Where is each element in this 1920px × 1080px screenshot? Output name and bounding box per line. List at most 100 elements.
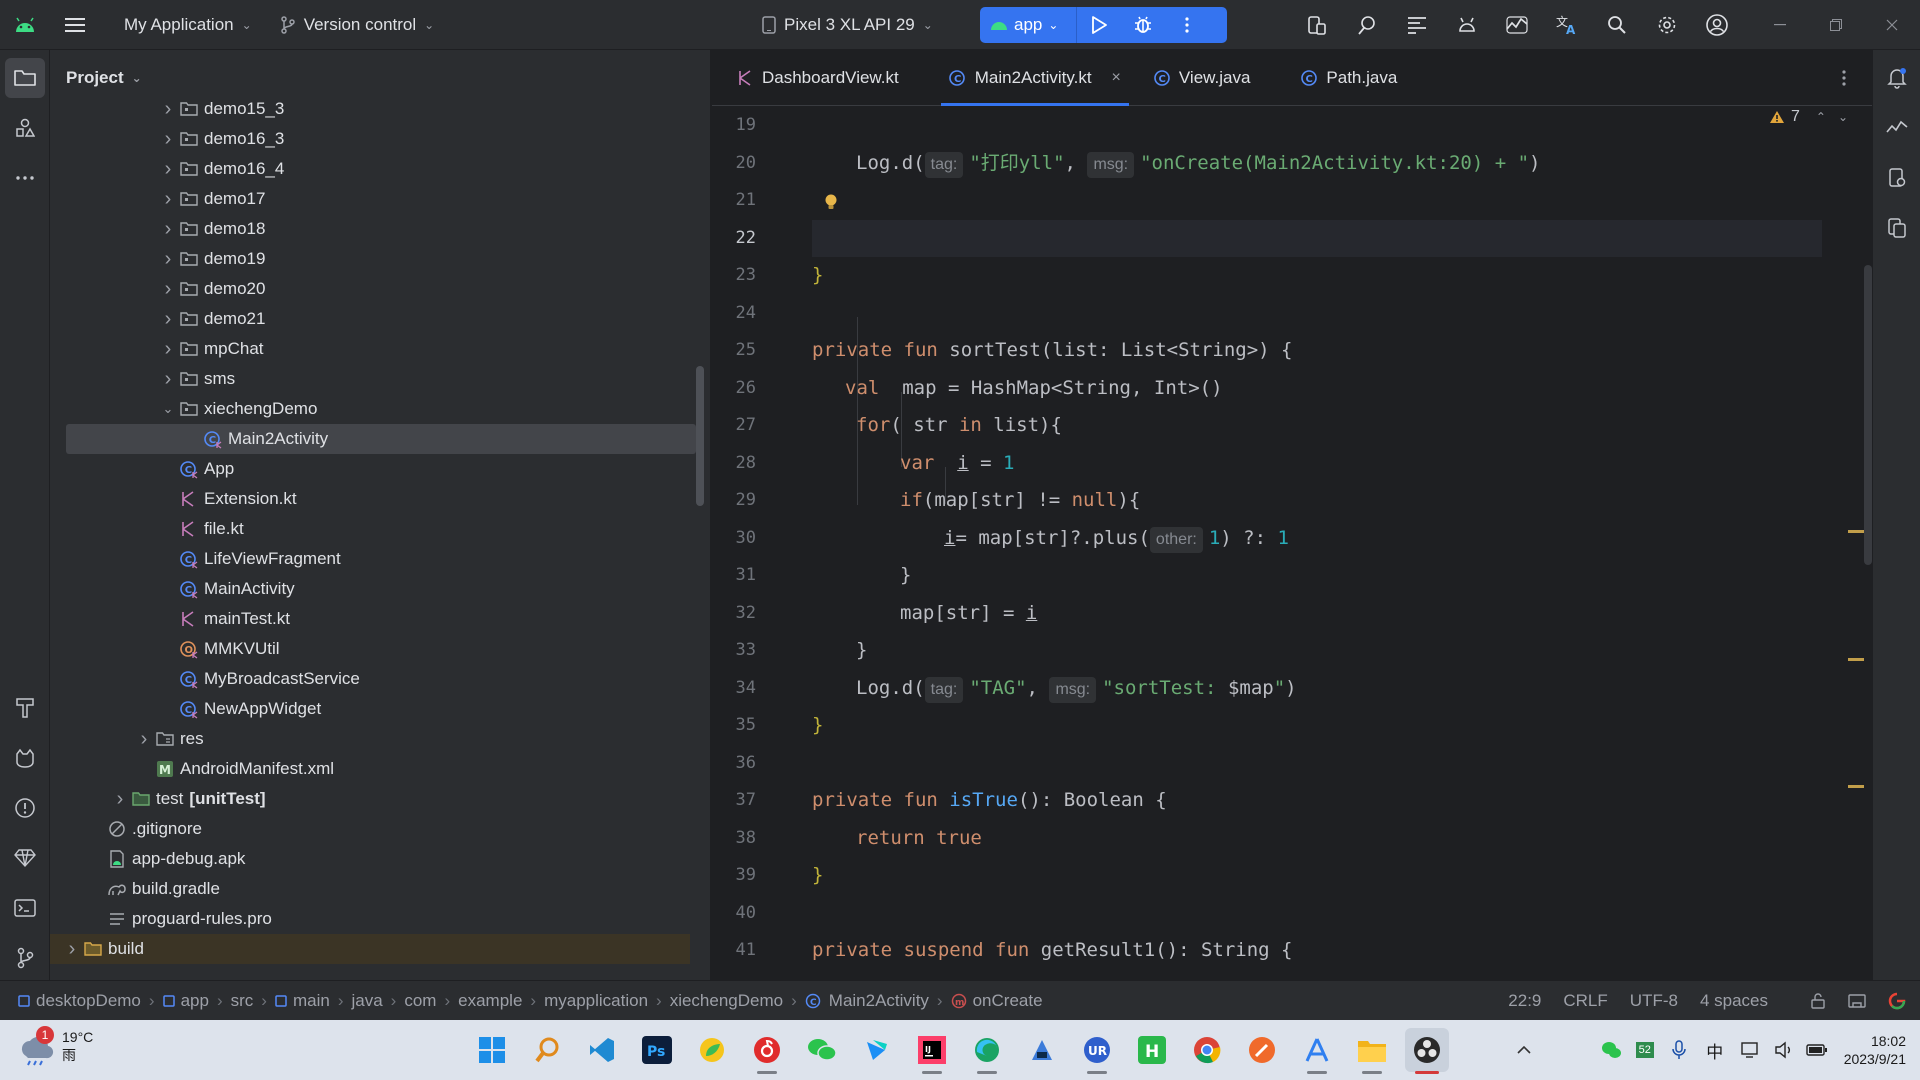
tree-item-res[interactable]: › res [50, 724, 690, 754]
tree-item-demo21[interactable]: › demo21 [50, 304, 690, 334]
tray-overflow-button[interactable] [1504, 1028, 1544, 1072]
breadcrumb-oncreate[interactable]: m onCreate [947, 991, 1047, 1011]
tab-main2activity[interactable]: C Main2Activity.kt × [933, 50, 1137, 106]
chevron-right-icon[interactable]: › [62, 938, 82, 961]
tree-item-demo18[interactable]: › demo18 [50, 214, 690, 244]
tree-item-demo17[interactable]: › demo17 [50, 184, 690, 214]
tree-item-gitignore[interactable]: .gitignore [50, 814, 690, 844]
tree-item-build-gradle[interactable]: build.gradle [50, 874, 690, 904]
taskbar-clock[interactable]: 18:02 2023/9/21 [1834, 1032, 1920, 1068]
device-selector[interactable]: Pixel 3 XL API 29 ⌄ [752, 7, 943, 43]
breadcrumb-app[interactable]: app [159, 991, 213, 1011]
line-number[interactable]: 32 [712, 595, 756, 633]
search-everywhere-button[interactable] [1592, 0, 1642, 50]
tab-dashboardview[interactable]: DashboardView.kt [722, 50, 915, 106]
ime-indicator[interactable]: 中 [1696, 1038, 1734, 1063]
build-tool-button[interactable] [5, 688, 45, 728]
line-number[interactable]: 27 [712, 407, 756, 445]
taskbar-search[interactable] [526, 1028, 570, 1072]
tree-item-androidmanifest-xml[interactable]: M AndroidManifest.xml [50, 754, 690, 784]
line-number[interactable]: 25 [712, 332, 756, 370]
line-number[interactable]: 28 [712, 445, 756, 483]
tree-item-mybroadcastservice[interactable]: C MyBroadcastService [50, 664, 690, 694]
breadcrumb-myapplication[interactable]: myapplication [540, 991, 652, 1011]
line-ending[interactable]: CRLF [1563, 991, 1607, 1011]
terminal-tool-button[interactable] [5, 888, 45, 928]
code-area[interactable]: Log.d(tag: "打印yll", msg: "onCreate(Main2Ac… [812, 107, 1852, 980]
chevron-right-icon[interactable]: › [158, 308, 178, 331]
run-config-selector[interactable]: app ⌄ [980, 7, 1068, 43]
device-manager-button[interactable] [1292, 0, 1342, 50]
chevron-right-icon[interactable]: › [158, 188, 178, 211]
line-number[interactable]: 24 [712, 295, 756, 333]
file-encoding[interactable]: UTF-8 [1630, 991, 1678, 1011]
tree-item-maintest-kt[interactable]: mainTest.kt [50, 604, 690, 634]
memory-indicator-icon[interactable] [1848, 993, 1866, 1009]
tab-actions-button[interactable] [1830, 64, 1858, 92]
tab-view-java[interactable]: C View.java [1137, 50, 1267, 106]
breadcrumb-example[interactable]: example [454, 991, 526, 1011]
line-number[interactable]: 41 [712, 932, 756, 970]
chevron-down-icon[interactable]: ⌄ [1838, 110, 1848, 124]
version-control-widget[interactable]: Version control ⌄ [270, 7, 445, 43]
sdk-manager-button[interactable] [1442, 0, 1492, 50]
line-number[interactable]: 40 [712, 895, 756, 933]
battery-icon[interactable] [1800, 1043, 1834, 1057]
network-icon[interactable] [1734, 1041, 1768, 1059]
tree-item-test[interactable]: › test [unitTest] [50, 784, 690, 814]
device-explorer-button[interactable] [1877, 158, 1917, 198]
app-quality-button[interactable] [5, 838, 45, 878]
line-number[interactable]: 20 [712, 145, 756, 183]
breadcrumb-main[interactable]: main [271, 991, 334, 1011]
tree-item-demo19[interactable]: › demo19 [50, 244, 690, 274]
line-number[interactable]: 33 [712, 632, 756, 670]
tree-item-mpchat[interactable]: › mpChat [50, 334, 690, 364]
taskbar-feishu[interactable] [855, 1028, 899, 1072]
chevron-right-icon[interactable]: › [158, 338, 178, 361]
taskbar-uc-app[interactable]: UR [1075, 1028, 1119, 1074]
tree-item-demo20[interactable]: › demo20 [50, 274, 690, 304]
more-actions-button[interactable] [1165, 7, 1209, 43]
translate-button[interactable]: 文A [1542, 0, 1592, 50]
line-number[interactable]: 30 [712, 520, 756, 558]
taskbar-netease-music[interactable] [745, 1028, 789, 1074]
caret-position[interactable]: 22:9 [1508, 991, 1541, 1011]
line-number[interactable]: 23 [712, 257, 756, 295]
volume-icon[interactable] [1768, 1041, 1800, 1059]
taskbar-app-yellow[interactable] [690, 1028, 734, 1072]
breadcrumb-src[interactable]: src [227, 991, 258, 1011]
debug-button[interactable] [1121, 7, 1165, 43]
line-number[interactable]: 36 [712, 745, 756, 783]
line-number[interactable]: 34 [712, 670, 756, 708]
google-icon[interactable] [1888, 992, 1906, 1010]
breadcrumb-com[interactable]: com [400, 991, 440, 1011]
line-number[interactable]: 35 [712, 707, 756, 745]
tree-item-lifeviewfragment[interactable]: C LifeViewFragment [50, 544, 690, 574]
tree-item-demo15-3[interactable]: › demo15_3 [50, 94, 690, 124]
line-number[interactable]: 26 [712, 370, 756, 408]
more-tool-windows-button[interactable] [5, 158, 45, 198]
line-number[interactable]: 37 [712, 782, 756, 820]
weather-widget[interactable]: 1 19°C 雨 [18, 1026, 93, 1066]
line-number[interactable]: 19 [712, 107, 756, 145]
line-number[interactable]: 38 [712, 820, 756, 858]
project-switcher[interactable]: My Application ⌄ [114, 7, 262, 43]
tree-item-demo16-4[interactable]: › demo16_4 [50, 154, 690, 184]
close-tab-icon[interactable]: × [1112, 69, 1121, 87]
chevron-right-icon[interactable]: › [158, 98, 178, 121]
main-menu-button[interactable] [50, 7, 100, 43]
start-button[interactable] [470, 1028, 514, 1072]
line-number[interactable]: 31 [712, 557, 756, 595]
chevron-right-icon[interactable]: › [158, 368, 178, 391]
tree-item-sms[interactable]: › sms [50, 364, 690, 394]
warning-marker[interactable] [1848, 658, 1864, 661]
chevron-right-icon[interactable]: › [134, 728, 154, 751]
breadcrumb-xiechengdemo[interactable]: xiechengDemo [666, 991, 787, 1011]
run-button[interactable] [1077, 7, 1121, 43]
restore-button[interactable] [1808, 0, 1864, 50]
problems-tool-button[interactable] [5, 788, 45, 828]
breadcrumb-main2activity[interactable]: C Main2Activity [801, 991, 933, 1011]
running-devices-button[interactable] [1877, 208, 1917, 248]
line-number[interactable]: 39 [712, 857, 756, 895]
taskbar-edge[interactable] [965, 1028, 1009, 1074]
